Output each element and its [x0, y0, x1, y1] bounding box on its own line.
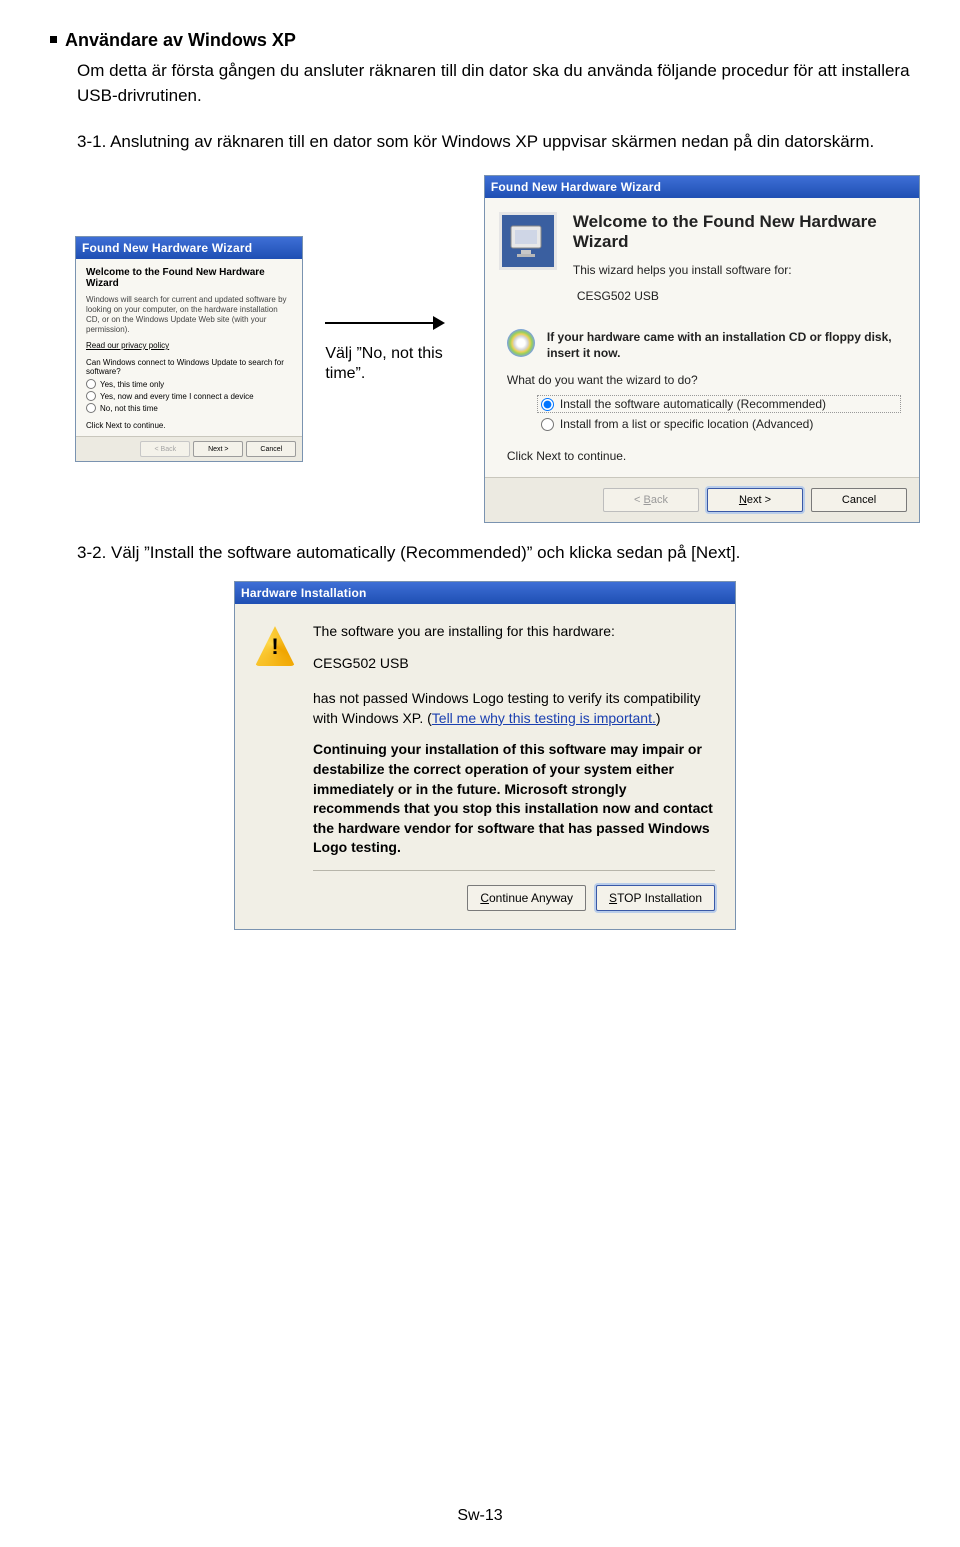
wizard-big-next-button[interactable]: Next > — [707, 488, 803, 512]
wizard-big-question: What do you want the wizard to do? — [507, 373, 901, 387]
cd-icon — [507, 329, 535, 357]
radio-icon[interactable] — [86, 379, 96, 389]
wizard-small-heading: Welcome to the Found New Hardware Wizard — [86, 267, 292, 289]
wizard-small-paragraph: Windows will search for current and upda… — [86, 295, 292, 335]
radio-icon[interactable] — [541, 418, 554, 431]
wizard-big-opt-list[interactable]: Install from a list or specific location… — [537, 415, 901, 433]
wizard-big-opt-auto[interactable]: Install the software automatically (Reco… — [537, 395, 901, 413]
wizard-small-continue-text: Click Next to continue. — [86, 421, 292, 430]
hardware-installation-titlebar: Hardware Installation — [235, 582, 735, 604]
wizard-small-opt1[interactable]: Yes, this time only — [86, 379, 292, 389]
wizard-big-cd-text: If your hardware came with an installati… — [547, 329, 901, 361]
wizard-big-titlebar: Found New Hardware Wizard — [485, 176, 919, 198]
stop-installation-button[interactable]: STOP Installation — [596, 885, 715, 911]
figure-row: Found New Hardware Wizard Welcome to the… — [75, 175, 920, 523]
wizard-big-title: Found New Hardware Wizard — [491, 180, 661, 194]
heading-row: Användare av Windows XP — [50, 30, 920, 51]
arrow-icon — [325, 314, 445, 332]
radio-icon[interactable] — [86, 391, 96, 401]
wizard-small: Found New Hardware Wizard Welcome to the… — [75, 236, 303, 462]
warn-p1: The software you are installing for this… — [313, 622, 715, 642]
wizard-big-sub: This wizard helps you install software f… — [573, 263, 905, 277]
wizard-big-device: CESG502 USB — [577, 289, 905, 303]
intro-paragraph: Om detta är första gången du ansluter rä… — [77, 59, 920, 108]
wizard-big-continue-text: Click Next to continue. — [507, 449, 901, 463]
hardware-installation-dialog: Hardware Installation The software you a… — [234, 581, 736, 930]
warn-p3: Continuing your installation of this sof… — [313, 740, 715, 858]
wizard-small-opt3[interactable]: No, not this time — [86, 403, 292, 413]
background-arcs — [0, 907, 320, 1427]
wizard-big-heading: Welcome to the Found New Hardware Wizard — [573, 212, 905, 253]
page-heading: Användare av Windows XP — [65, 30, 296, 51]
arrow-label: Välj ”No, not this time”. — [325, 344, 464, 384]
wizard-small-privacy-link[interactable]: Read our privacy policy — [86, 341, 292, 350]
wizard-small-question: Can Windows connect to Windows Update to… — [86, 358, 292, 376]
continue-anyway-button[interactable]: Continue Anyway — [467, 885, 586, 911]
warn-link[interactable]: Tell me why this testing is important. — [432, 710, 656, 726]
divider — [313, 870, 715, 871]
radio-icon[interactable] — [541, 398, 554, 411]
wizard-small-opt2[interactable]: Yes, now and every time I connect a devi… — [86, 391, 292, 401]
wizard-small-titlebar: Found New Hardware Wizard — [76, 237, 302, 259]
wizard-icon — [499, 212, 557, 270]
warning-icon — [255, 626, 295, 666]
wizard-small-title: Found New Hardware Wizard — [82, 241, 252, 255]
wizard-big-back-button: < Back — [603, 488, 699, 512]
step-3-2: 3-2. Välj ”Install the software automati… — [77, 543, 920, 563]
warn-device: CESG502 USB — [313, 654, 715, 674]
wizard-big: Found New Hardware Wizard Welcome to the… — [484, 175, 920, 523]
wizard-small-next-button[interactable]: Next > — [193, 441, 243, 457]
warn-p2: has not passed Windows Logo testing to v… — [313, 689, 715, 728]
step-3-1: 3-1. Anslutning av räknaren till en dato… — [77, 130, 920, 155]
radio-icon[interactable] — [86, 403, 96, 413]
page-footer: Sw-13 — [0, 1507, 960, 1525]
bullet-icon — [50, 36, 57, 43]
wizard-small-cancel-button[interactable]: Cancel — [246, 441, 296, 457]
hardware-installation-title: Hardware Installation — [241, 586, 367, 600]
wizard-big-cancel-button[interactable]: Cancel — [811, 488, 907, 512]
arrow-annotation: Välj ”No, not this time”. — [303, 314, 464, 384]
wizard-small-back-button: < Back — [140, 441, 190, 457]
